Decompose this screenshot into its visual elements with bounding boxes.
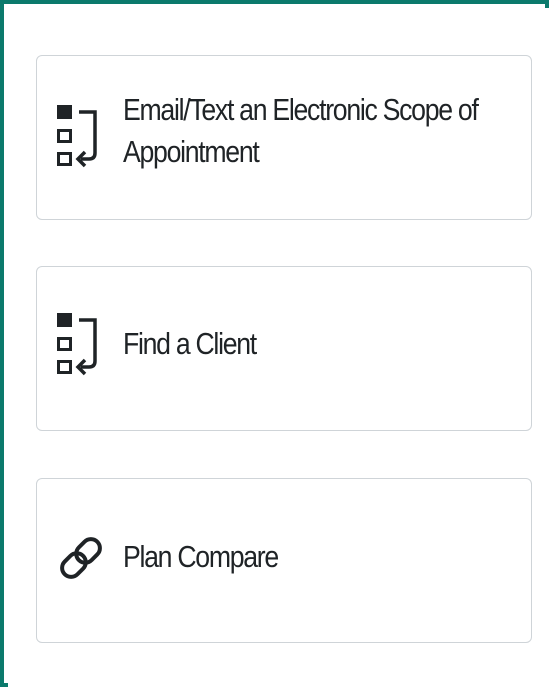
link-icon bbox=[55, 523, 107, 593]
quick-actions-panel: Email/Text an Electronic Scope of Appoin… bbox=[8, 8, 549, 687]
email-text-scope-of-appointment-button[interactable]: Email/Text an Electronic Scope of Appoin… bbox=[36, 55, 532, 220]
email-text-scope-label: Email/Text an Electronic Scope of Appoin… bbox=[123, 92, 479, 169]
find-a-client-button[interactable]: Find a Client bbox=[36, 266, 532, 431]
plan-compare-button[interactable]: Plan Compare bbox=[36, 478, 532, 643]
plan-compare-label: Plan Compare bbox=[123, 539, 279, 574]
flow-list-icon bbox=[55, 311, 107, 381]
flow-list-icon bbox=[55, 103, 107, 173]
app-frame: Email/Text an Electronic Scope of Appoin… bbox=[0, 0, 549, 687]
find-a-client-label: Find a Client bbox=[123, 326, 257, 361]
